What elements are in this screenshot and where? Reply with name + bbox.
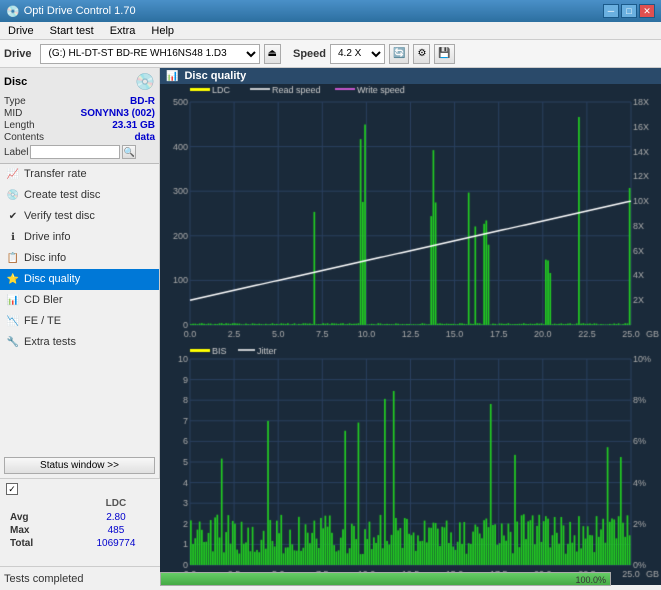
chart-container [160,84,661,585]
status-text: Tests completed [4,573,154,585]
extra-tests-icon: 🔧 [6,335,20,349]
title-bar-controls: ─ □ ✕ [603,4,655,18]
drive-select[interactable]: (G:) HL-DT-ST BD-RE WH16NS48 1.D3 [40,44,260,64]
label-key: Label [4,147,28,158]
fe-te-icon: 📉 [6,314,20,328]
total-label: Total [6,537,69,550]
speed-label: Speed [293,48,326,60]
chart-title: Disc quality [184,70,246,82]
type-value: BD-R [130,96,155,107]
settings-button[interactable]: ⚙ [413,44,430,64]
status-window-button[interactable]: Status window >> [4,457,155,474]
menu-start-test[interactable]: Start test [46,24,98,38]
nav-label-cd-bler: CD Bler [24,294,63,306]
nav-label-disc-quality: Disc quality [24,273,80,285]
length-value: 23.31 GB [112,120,155,131]
nav-label-drive-info: Drive info [24,231,70,243]
sidebar-item-extra-tests[interactable]: 🔧 Extra tests [0,332,159,353]
nav-label-create-test-disc: Create test disc [24,189,100,201]
sidebar: Disc 💿 Type BD-R MID SONYNN3 (002) Lengt… [0,68,160,478]
menu-extra[interactable]: Extra [106,24,140,38]
type-label: Type [4,96,26,107]
max-ldc: 485 [69,524,163,537]
col-ldc: LDC [69,495,163,511]
avg-ldc: 2.80 [69,511,163,524]
disc-type-row: Type BD-R [4,96,155,107]
progress-text: 100.0% [575,573,606,587]
cd-bler-icon: 📊 [6,293,20,307]
main-layout: Disc 💿 Type BD-R MID SONYNN3 (002) Lengt… [0,68,661,478]
sidebar-item-fe-te[interactable]: 📉 FE / TE [0,311,159,332]
progress-bar-container: 100.0% [160,572,611,586]
menu-drive[interactable]: Drive [4,24,38,38]
disc-panel-title: Disc [4,76,27,88]
bottom-chart [160,345,661,585]
disc-mid-row: MID SONYNN3 (002) [4,108,155,119]
menu-bar: Drive Start test Extra Help [0,22,661,40]
drive-info-icon: ℹ [6,230,20,244]
nav-label-extra-tests: Extra tests [24,336,76,348]
eject-button[interactable]: ⏏ [264,44,281,64]
speed-select[interactable]: 4.2 X [330,44,385,64]
progress-bar-fill [161,573,610,585]
mid-value: SONYNN3 (002) [81,108,155,119]
disc-quality-icon: ⭐ [6,272,20,286]
contents-label: Contents [4,132,44,143]
nav-label-disc-info: Disc info [24,252,66,264]
sidebar-item-cd-bler[interactable]: 📊 CD Bler [0,290,159,311]
nav-label-fe-te: FE / TE [24,315,61,327]
disc-label-row: Label 🔍 [4,145,155,159]
title-bar: 💿 Opti Drive Control 1.70 ─ □ ✕ [0,0,661,22]
title-bar-left: 💿 Opti Drive Control 1.70 [6,5,136,18]
disc-panel: Disc 💿 Type BD-R MID SONYNN3 (002) Lengt… [0,68,159,164]
max-label: Max [6,524,69,537]
verify-test-disc-icon: ✔ [6,209,20,223]
create-test-disc-icon: 💿 [6,188,20,202]
sidebar-item-create-test-disc[interactable]: 💿 Create test disc [0,185,159,206]
avg-label: Avg [6,511,69,524]
col-empty [6,495,69,511]
nav-label-verify-test-disc: Verify test disc [24,210,95,222]
label-input[interactable] [30,145,120,159]
disc-panel-icon: 💿 [135,72,155,92]
jitter-checkbox[interactable]: ✓ [6,483,18,495]
toolbar: Drive (G:) HL-DT-ST BD-RE WH16NS48 1.D3 … [0,40,661,68]
disc-contents-row: Contents data [4,132,155,143]
sidebar-item-transfer-rate[interactable]: 📈 Transfer rate [0,164,159,185]
length-label: Length [4,120,35,131]
sidebar-item-drive-info[interactable]: ℹ Drive info [0,227,159,248]
chart-header-icon: 📊 [166,71,178,82]
refresh-button[interactable]: 🔄 [389,44,409,64]
label-button[interactable]: 🔍 [122,145,136,159]
transfer-rate-icon: 📈 [6,167,20,181]
disc-panel-header: Disc 💿 [4,72,155,92]
maximize-button[interactable]: □ [621,4,637,18]
top-chart [160,84,661,345]
nav-items: 📈 Transfer rate 💿 Create test disc ✔ Ver… [0,164,159,453]
disc-length-row: Length 23.31 GB [4,120,155,131]
floppy-button[interactable]: 💾 [434,44,454,64]
content-area: 📊 Disc quality [160,68,661,478]
chart-header: 📊 Disc quality [160,68,661,84]
menu-help[interactable]: Help [147,24,178,38]
sidebar-item-disc-quality[interactable]: ⭐ Disc quality [0,269,159,290]
app-title: Opti Drive Control 1.70 [24,5,136,17]
sidebar-item-verify-test-disc[interactable]: ✔ Verify test disc [0,206,159,227]
contents-value: data [134,132,155,143]
close-button[interactable]: ✕ [639,4,655,18]
disc-info-icon: 📋 [6,251,20,265]
total-ldc: 1069774 [69,537,163,550]
mid-label: MID [4,108,22,119]
nav-label-transfer-rate: Transfer rate [24,168,87,180]
drive-label: Drive [4,48,32,60]
minimize-button[interactable]: ─ [603,4,619,18]
disc-info-table: Type BD-R MID SONYNN3 (002) Length 23.31… [4,96,155,159]
sidebar-item-disc-info[interactable]: 📋 Disc info [0,248,159,269]
app-icon: 💿 [6,5,20,18]
